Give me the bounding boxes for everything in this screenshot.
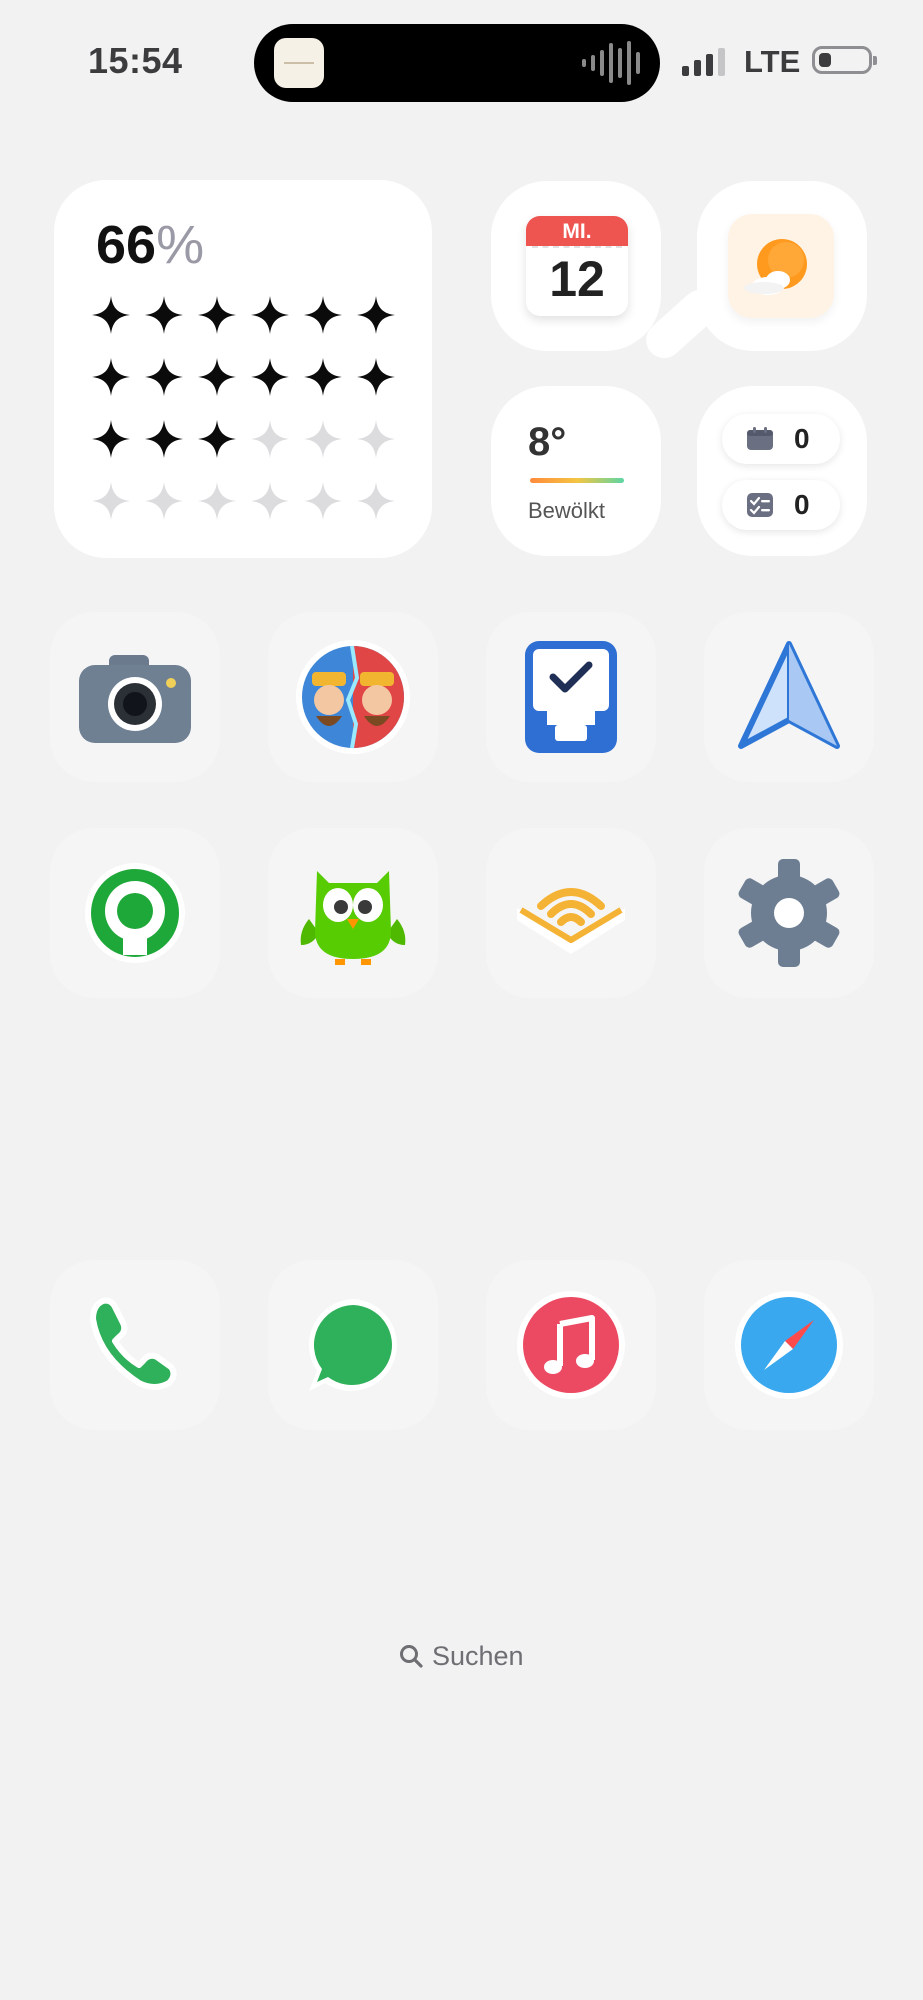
star-empty-icon <box>296 470 349 532</box>
star-empty-icon <box>137 470 190 532</box>
phone-app[interactable] <box>50 1260 220 1430</box>
star-filled-icon <box>137 284 190 346</box>
things-tasks-icon <box>525 641 617 753</box>
star-filled-icon <box>84 346 137 408</box>
music-app[interactable] <box>486 1260 656 1430</box>
star-filled-icon <box>349 346 402 408</box>
settings-gear-icon <box>738 859 840 967</box>
star-filled-icon <box>243 346 296 408</box>
duolingo-app[interactable] <box>268 828 438 998</box>
music-icon <box>517 1291 625 1399</box>
network-type: LTE <box>744 44 801 79</box>
progress-stars-widget[interactable]: 66% <box>54 180 432 558</box>
spotify-style-app[interactable] <box>50 828 220 998</box>
progress-percent: 66% <box>96 215 205 275</box>
calendar-day: 12 <box>549 251 605 307</box>
weather-temperature: 8° <box>528 420 567 464</box>
star-empty-icon <box>243 408 296 470</box>
audible-app[interactable] <box>486 828 656 998</box>
partly-cloudy-sun-icon <box>728 214 834 318</box>
star-filled-icon <box>190 408 243 470</box>
spotlight-search-button[interactable]: Suchen <box>398 1636 524 1676</box>
star-filled-icon <box>137 408 190 470</box>
star-grid <box>84 284 402 532</box>
now-playing-artwork-icon[interactable] <box>274 38 324 88</box>
spark-mail-app[interactable] <box>704 612 874 782</box>
audio-waveform-icon <box>582 40 640 86</box>
spotify-style-icon <box>85 863 185 963</box>
star-filled-icon <box>84 408 137 470</box>
calendar-icon <box>747 427 773 450</box>
status-time: 15:54 <box>88 40 183 81</box>
whatsapp-icon <box>308 1299 397 1391</box>
star-empty-icon <box>349 408 402 470</box>
spark-mail-icon <box>738 641 840 749</box>
star-filled-icon <box>296 284 349 346</box>
search-icon <box>400 1645 423 1668</box>
star-filled-icon <box>84 284 137 346</box>
star-filled-icon <box>349 284 402 346</box>
duolingo-owl-icon <box>300 871 406 965</box>
safari-compass-icon <box>735 1291 843 1399</box>
reminders-count-pill[interactable]: 0 <box>722 480 840 530</box>
star-filled-icon <box>296 346 349 408</box>
calendar-weekday: MI. <box>526 216 628 246</box>
star-filled-icon <box>137 346 190 408</box>
camera-app[interactable] <box>50 612 220 782</box>
star-filled-icon <box>243 284 296 346</box>
star-empty-icon <box>243 470 296 532</box>
cellular-signal-icon <box>682 48 725 76</box>
settings-app[interactable] <box>704 828 874 998</box>
search-label: Suchen <box>432 1640 524 1671</box>
clash-royale-app[interactable] <box>268 612 438 782</box>
weather-temp-widget[interactable] <box>491 386 661 556</box>
events-count: 0 <box>794 423 810 454</box>
events-count-pill[interactable]: 0 <box>722 414 840 464</box>
weather-condition: Bewölkt <box>528 498 606 523</box>
temperature-range-bar <box>530 478 624 483</box>
checklist-icon <box>747 493 773 517</box>
reminders-count: 0 <box>794 489 810 520</box>
star-filled-icon <box>190 284 243 346</box>
star-filled-icon <box>190 346 243 408</box>
whatsapp-app[interactable] <box>268 1260 438 1430</box>
star-empty-icon <box>190 470 243 532</box>
clash-royale-icon <box>296 640 410 754</box>
battery-icon <box>812 46 877 74</box>
safari-app[interactable] <box>704 1260 874 1430</box>
things-tasks-app[interactable] <box>486 612 656 782</box>
dynamic-island[interactable] <box>254 24 660 102</box>
star-empty-icon <box>349 470 402 532</box>
star-empty-icon <box>296 408 349 470</box>
audible-icon <box>517 888 625 954</box>
counts-widget[interactable] <box>697 386 867 556</box>
star-empty-icon <box>84 470 137 532</box>
camera-icon <box>79 655 191 743</box>
phone-icon <box>90 1297 177 1390</box>
calendar-icon: MI. 12 <box>526 216 628 316</box>
